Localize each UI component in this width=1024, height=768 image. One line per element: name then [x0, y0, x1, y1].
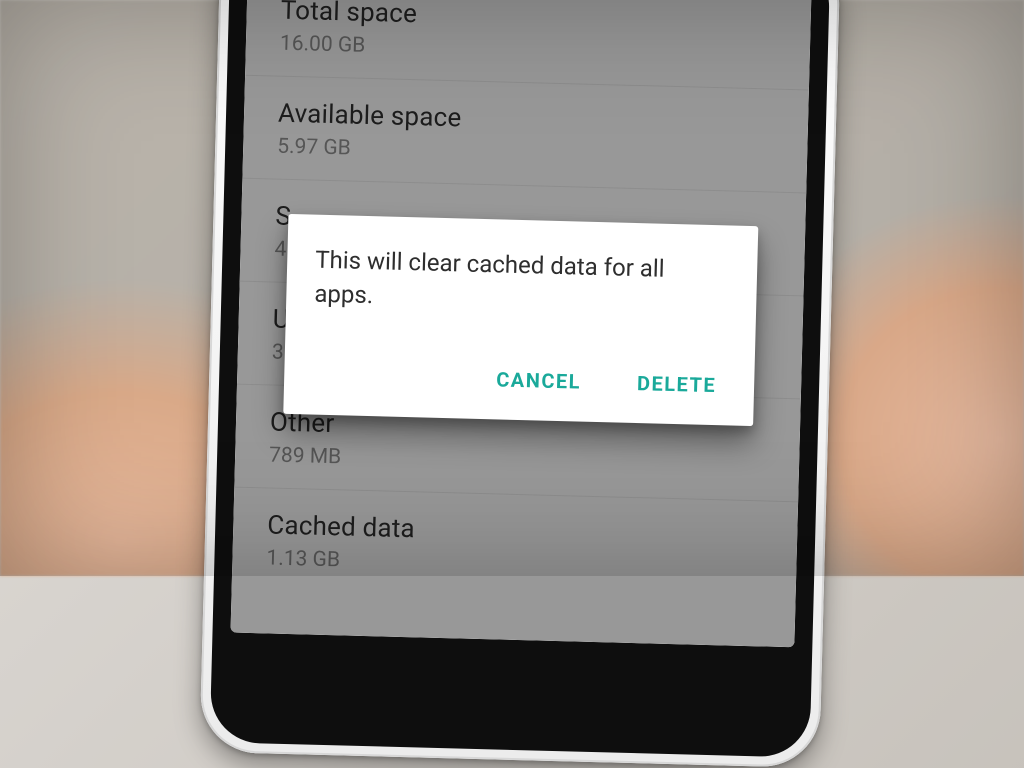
delete-button[interactable]: DELETE — [632, 363, 720, 405]
phone-screen: Total space 16.00 GB Available space 5.9… — [231, 0, 812, 647]
dialog-message: This will clear cached data for all apps… — [314, 243, 730, 322]
dialog-actions: CANCEL DELETE — [312, 355, 727, 412]
phone-body: Total space 16.00 GB Available space 5.9… — [199, 0, 840, 768]
clear-cache-dialog: This will clear cached data for all apps… — [283, 214, 758, 426]
cancel-button[interactable]: CANCEL — [492, 359, 586, 401]
